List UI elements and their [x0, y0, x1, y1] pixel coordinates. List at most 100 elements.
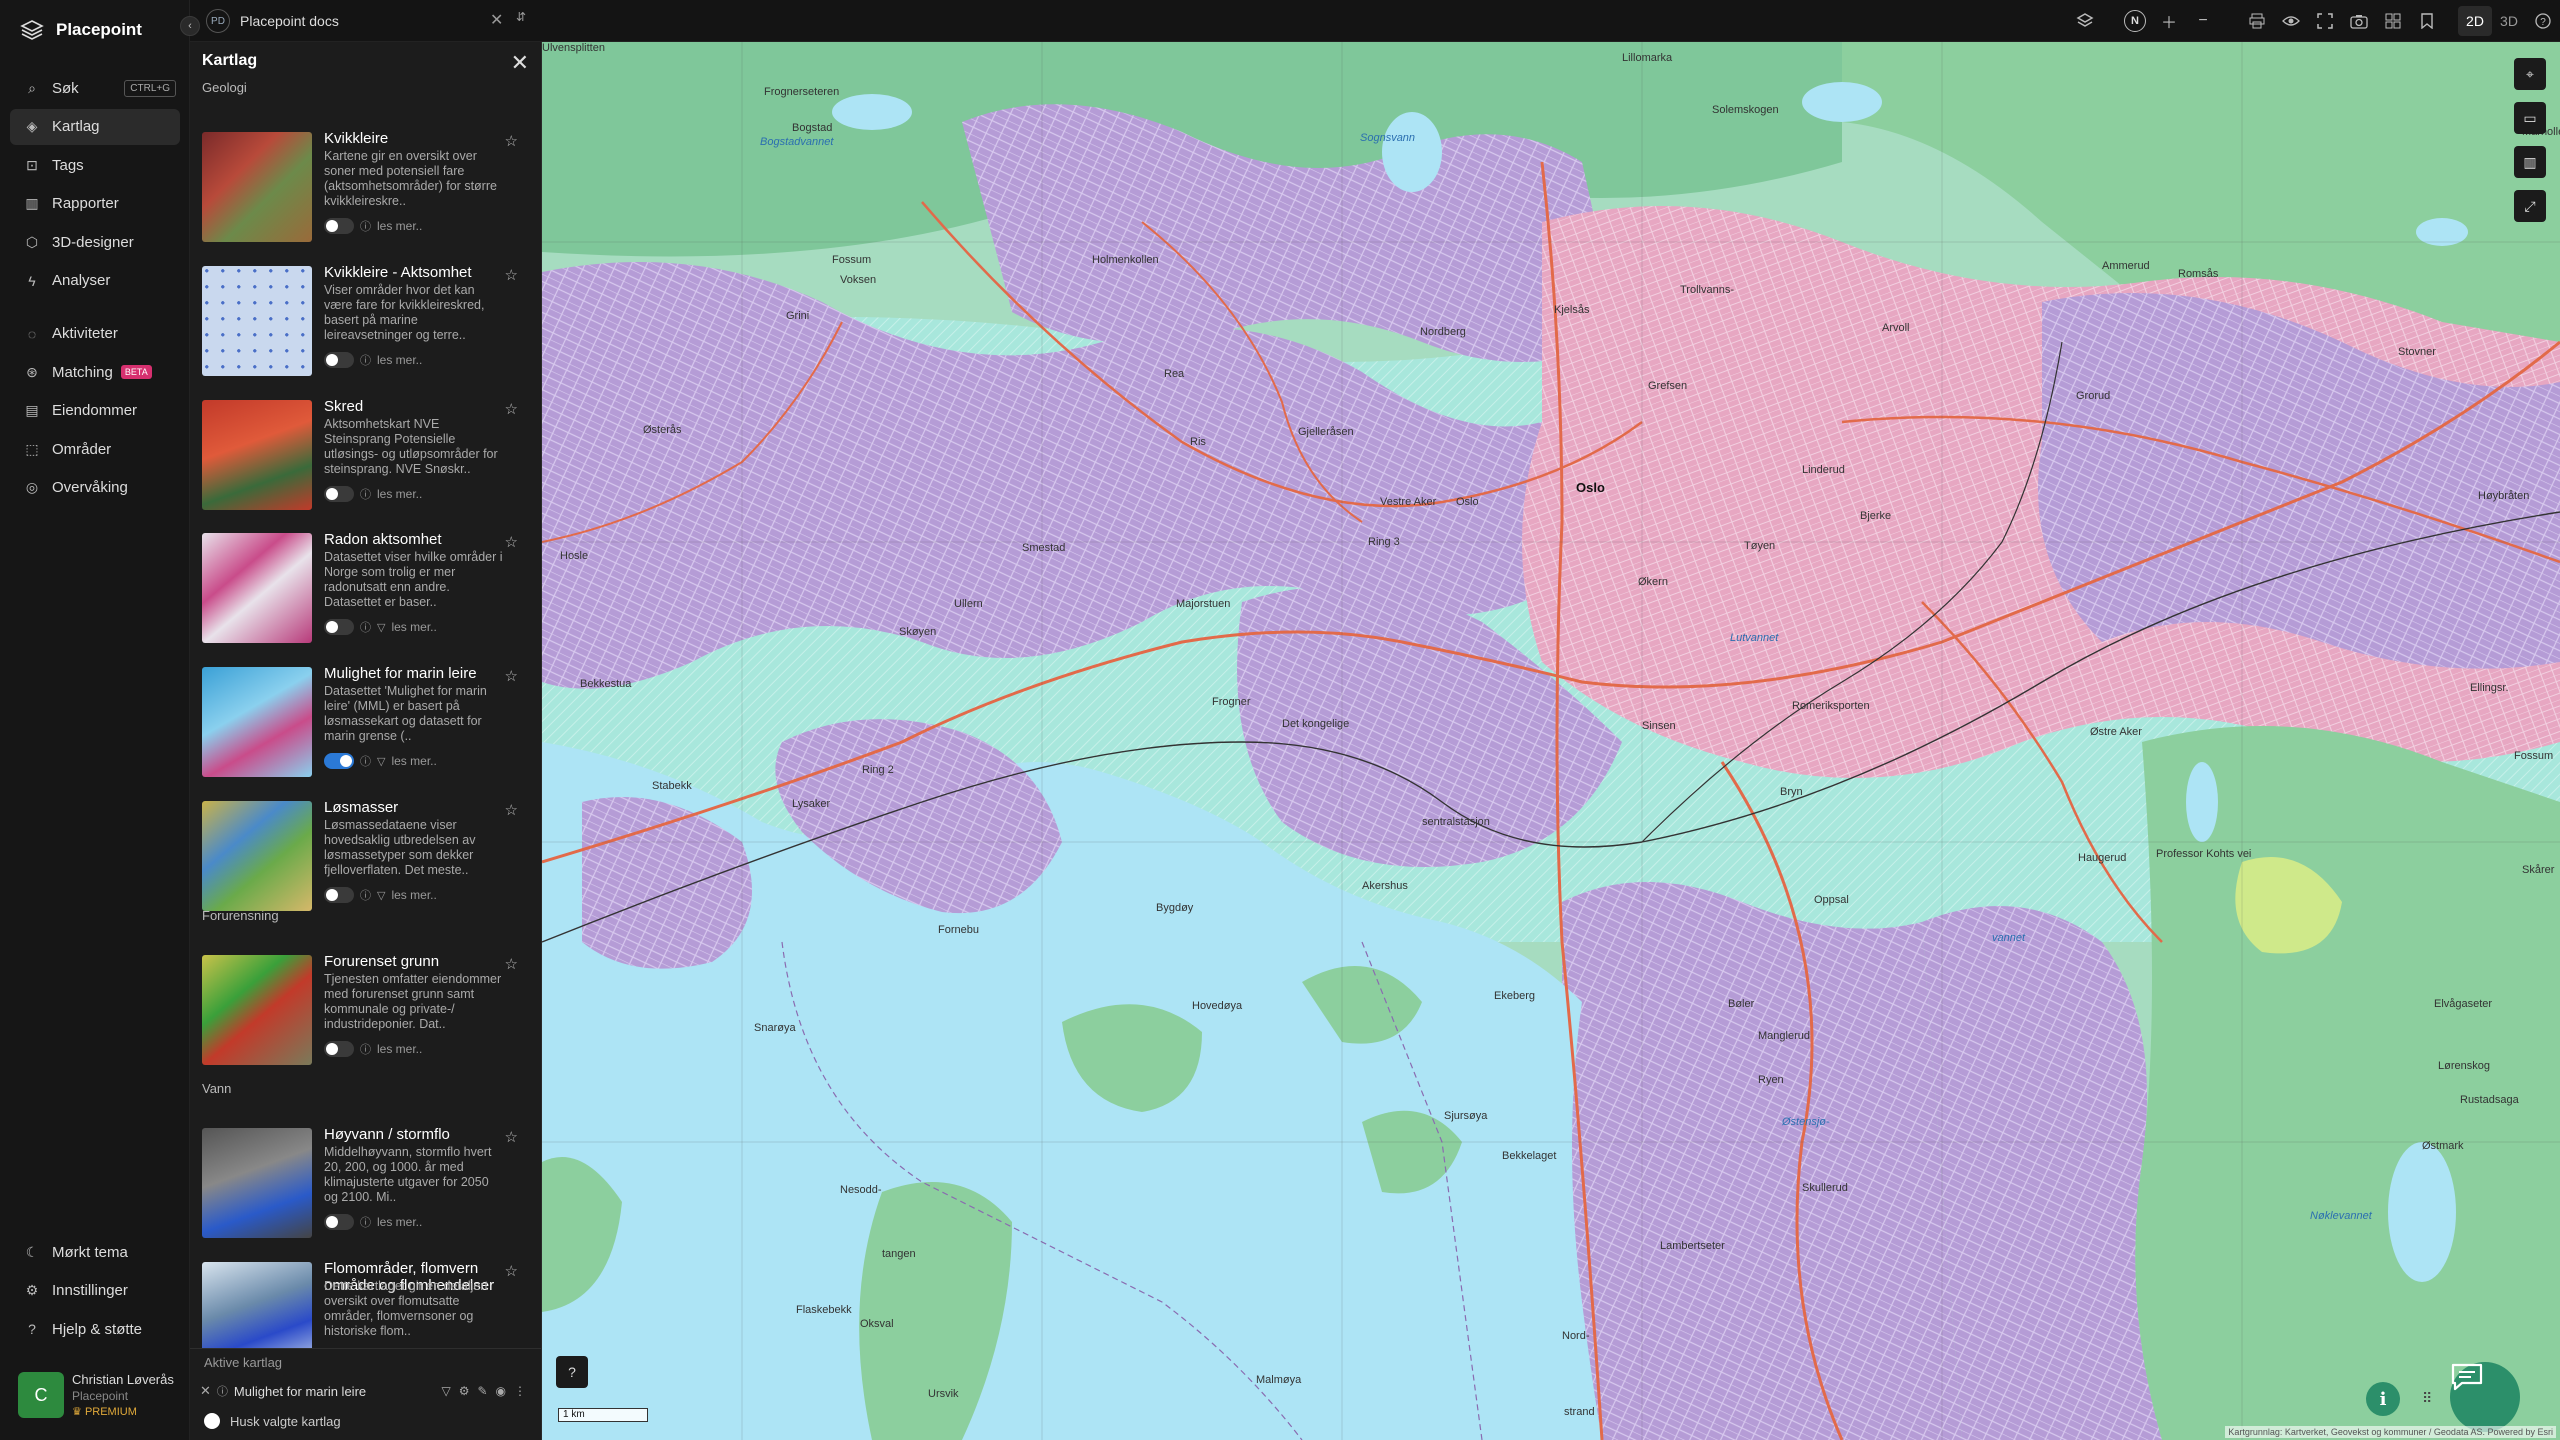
star-icon[interactable]: ☆ — [505, 400, 518, 418]
active-layer-row[interactable]: ✕ ⓘ Mulighet for marin leire ▽ ⚙ ✎ ◉ ⋮ — [200, 1377, 530, 1405]
info-icon[interactable]: ⓘ — [360, 486, 371, 502]
ruler-tool-button[interactable]: ▭ — [2514, 102, 2546, 134]
info-icon[interactable]: ⓘ — [360, 753, 371, 769]
remove-layer-icon[interactable]: ✕ — [200, 1383, 211, 1399]
more-icon[interactable]: ⋮ — [514, 1384, 526, 1398]
filter-icon[interactable]: ▽ — [441, 1384, 450, 1398]
document-tab[interactable]: PD Placepoint docs — [206, 6, 339, 36]
star-icon[interactable]: ☆ — [505, 266, 518, 284]
nav-item-søk[interactable]: ⌕ Søk CTRL+G — [10, 70, 180, 106]
layer-card[interactable]: Høyvann / stormflo Middelhøyvann, stormfl… — [202, 1126, 532, 1244]
nav-item-matching[interactable]: ⊛ Matching BETA — [10, 354, 180, 390]
layer-toggle[interactable] — [324, 753, 354, 770]
grid-icon[interactable] — [2376, 4, 2410, 38]
read-more-link[interactable]: les mer.. — [377, 353, 422, 367]
layer-card[interactable]: Løsmasser Løsmassedataene viser hovedsakl… — [202, 799, 532, 917]
layers-stack-icon[interactable] — [2068, 4, 2102, 38]
nav-item-analyser[interactable]: ϟ Analyser — [10, 263, 180, 299]
layer-panel: Kartlag ✕ Geologi Forurensning Vann Kvik… — [190, 42, 542, 1440]
help-icon[interactable]: ? — [2526, 4, 2560, 38]
map-canvas[interactable]: Oslo Oslo Vestre Aker Holmenkollen Sognsvann… — [542, 42, 2560, 1440]
layer-toggle[interactable] — [324, 217, 354, 234]
mode-2d-button[interactable]: 2D — [2458, 6, 2492, 36]
map-place-label: Grefsen — [1648, 380, 1688, 392]
layer-card[interactable]: Kvikkleire - Aktsomhet Viser områder hvor… — [202, 264, 532, 382]
filter-icon[interactable]: ▽ — [377, 755, 385, 768]
star-icon[interactable]: ☆ — [505, 1128, 518, 1146]
layer-card[interactable]: Skred Aktsomhetskart NVE Steinsprang Pote… — [202, 398, 532, 516]
info-icon[interactable]: ⓘ — [360, 352, 371, 368]
star-icon[interactable]: ☆ — [505, 132, 518, 150]
read-more-link[interactable]: les mer.. — [391, 888, 436, 902]
nav-item-eiendommer[interactable]: ▤ Eiendommer — [10, 393, 180, 429]
read-more-link[interactable]: les mer.. — [377, 219, 422, 233]
star-icon[interactable]: ☆ — [505, 533, 518, 551]
measure-tool-button[interactable]: ⌖ — [2514, 58, 2546, 90]
eye-icon[interactable] — [2274, 4, 2308, 38]
nav-item-kartlag[interactable]: ◈ Kartlag — [10, 108, 180, 145]
layer-card[interactable]: Mulighet for marin leire Datasettet 'Muli… — [202, 665, 532, 783]
nav-item-mørkt-tema[interactable]: ☾ Mørkt tema — [10, 1234, 180, 1270]
layer-title: Høyvann / stormflo — [324, 1125, 450, 1143]
layer-toggle[interactable] — [324, 619, 354, 636]
layer-toggle[interactable] — [324, 1040, 354, 1057]
nav-item-hjelp-støtte[interactable]: ? Hjelp & støtte — [10, 1311, 180, 1347]
layer-toggle[interactable] — [324, 351, 354, 368]
layer-card[interactable]: Kvikkleire Kartene gir en oversikt over s… — [202, 130, 532, 248]
edit-icon[interactable]: ✎ — [477, 1384, 487, 1398]
nav-item-aktiviteter[interactable]: ◌ Aktiviteter — [10, 316, 180, 352]
mode-3d-button[interactable]: 3D — [2492, 6, 2526, 36]
info-icon[interactable]: ⓘ — [360, 218, 371, 234]
visibility-icon[interactable]: ◉ — [496, 1384, 506, 1398]
elevation-tool-button[interactable]: ⤢ — [2514, 190, 2546, 222]
chevron-updown-icon[interactable]: ⇵ — [516, 10, 526, 24]
chart-tool-button[interactable]: ▥ — [2514, 146, 2546, 178]
read-more-link[interactable]: les mer.. — [391, 754, 436, 768]
info-icon[interactable]: ⓘ — [360, 1214, 371, 1230]
star-icon[interactable]: ☆ — [505, 955, 518, 973]
map-help-button[interactable]: ? — [556, 1356, 588, 1388]
layer-card[interactable]: Radon aktsomhet Datasettet viser hvilke o… — [202, 531, 532, 649]
camera-icon[interactable] — [2342, 4, 2376, 38]
nav-item-3d-designer[interactable]: ⬡ 3D-designer — [10, 224, 180, 260]
nav-item-tags[interactable]: ⊡ Tags — [10, 147, 180, 183]
layer-toggle[interactable] — [324, 887, 354, 904]
user-profile[interactable]: C Christian Løverås Placepoint ♛ PREMIUM — [18, 1372, 174, 1420]
remember-layers[interactable]: Husk valgte kartlag — [204, 1413, 341, 1429]
layer-toggle[interactable] — [324, 1213, 354, 1230]
star-icon[interactable]: ☆ — [505, 667, 518, 685]
info-icon[interactable]: ⓘ — [360, 1041, 371, 1057]
zoom-out-icon[interactable]: − — [2186, 4, 2220, 38]
read-more-link[interactable]: les mer.. — [377, 487, 422, 501]
zoom-in-icon[interactable]: ＋ — [2152, 4, 2186, 38]
drag-handle-icon[interactable]: ⠿ — [2422, 1390, 2432, 1407]
info-button[interactable]: i — [2366, 1382, 2400, 1416]
read-more-link[interactable]: les mer.. — [377, 1042, 422, 1056]
read-more-link[interactable]: les mer.. — [391, 620, 436, 634]
read-more-link[interactable]: les mer.. — [377, 1215, 422, 1229]
map-place-label: Professor Kohts vei — [2156, 848, 2252, 860]
settings-icon[interactable]: ⚙ — [459, 1384, 470, 1398]
layer-card[interactable]: Forurenset grunn Tjenesten omfatter eiend… — [202, 953, 532, 1071]
remember-radio[interactable] — [204, 1413, 220, 1429]
filter-icon[interactable]: ▽ — [377, 621, 385, 634]
info-icon[interactable]: ⓘ — [360, 887, 371, 903]
nav-item-innstillinger[interactable]: ⚙ Innstillinger — [10, 1273, 180, 1309]
star-icon[interactable]: ☆ — [505, 1262, 518, 1280]
print-icon[interactable] — [2240, 4, 2274, 38]
nav-item-overvåking[interactable]: ◎ Overvåking — [10, 470, 180, 506]
close-document-icon[interactable]: ✕ — [490, 10, 503, 30]
nav-item-områder[interactable]: ⬚ Områder — [10, 431, 180, 467]
fullscreen-icon[interactable] — [2308, 4, 2342, 38]
filter-icon[interactable]: ▽ — [377, 889, 385, 902]
star-icon[interactable]: ☆ — [505, 801, 518, 819]
brand[interactable]: Placepoint — [20, 18, 142, 42]
info-icon[interactable]: ⓘ — [360, 619, 371, 635]
nav-item-rapporter[interactable]: ▥ Rapporter — [10, 186, 180, 222]
layer-toggle[interactable] — [324, 485, 354, 502]
bookmark-icon[interactable] — [2410, 4, 2444, 38]
collapse-nav-button[interactable]: ‹ — [180, 16, 200, 36]
compass-north-button[interactable]: N — [2118, 4, 2152, 38]
close-panel-icon[interactable]: ✕ — [511, 50, 529, 76]
chat-button[interactable] — [2450, 1362, 2520, 1432]
